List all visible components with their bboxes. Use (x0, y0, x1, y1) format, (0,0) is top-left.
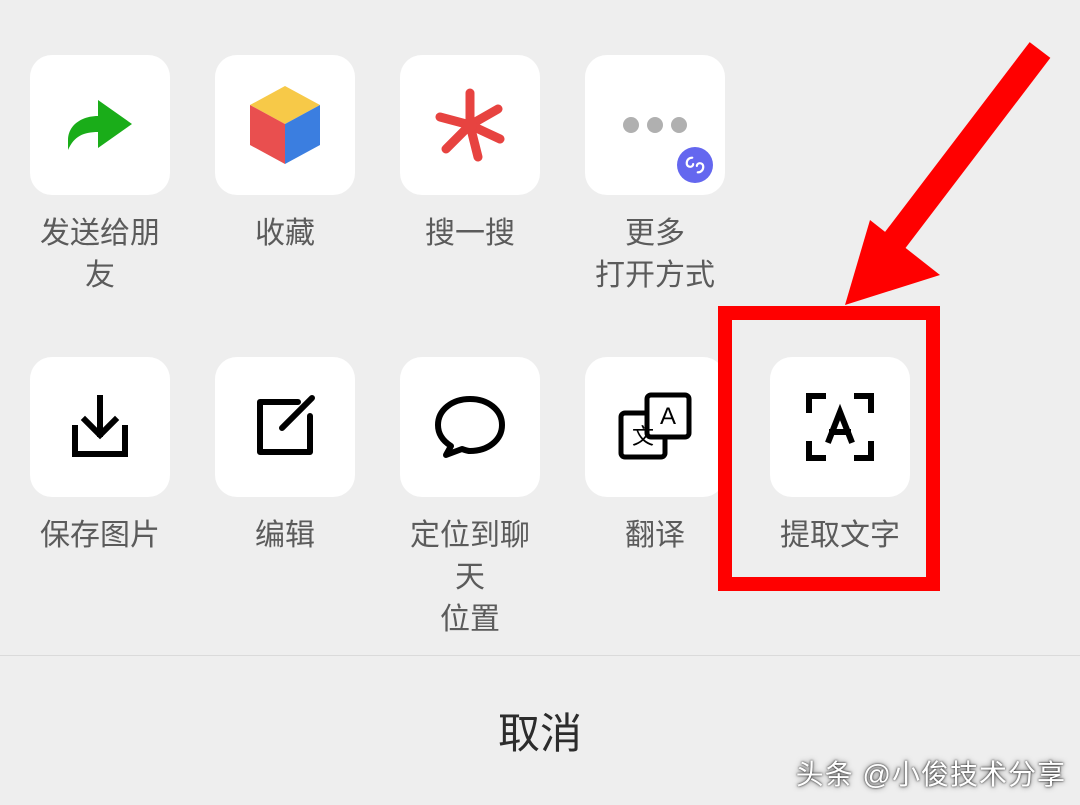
extract-text-label: 提取文字 (780, 515, 900, 557)
action-row-2: 保存图片 编辑 定位到聊天 位置 (10, 357, 1070, 641)
edit-button[interactable]: 编辑 (215, 357, 355, 641)
search-label: 搜一搜 (425, 213, 515, 255)
translate-label: 翻译 (625, 515, 685, 557)
extract-text-button[interactable]: 提取文字 (770, 357, 910, 641)
save-image-button[interactable]: 保存图片 (30, 357, 170, 641)
favorite-label: 收藏 (255, 213, 315, 255)
chat-bubble-icon (400, 357, 540, 497)
svg-text:A: A (660, 403, 676, 430)
more-icon (585, 55, 725, 195)
locate-chat-label: 定位到聊天 位置 (400, 515, 540, 641)
cube-icon (215, 55, 355, 195)
favorite-button[interactable]: 收藏 (215, 55, 355, 297)
more-open-button[interactable]: 更多 打开方式 (585, 55, 725, 297)
send-to-friend-label: 发送给朋友 (30, 213, 170, 297)
ocr-icon (770, 357, 910, 497)
translate-icon: A 文 (585, 357, 725, 497)
search-button[interactable]: 搜一搜 (400, 55, 540, 297)
action-grid: 发送给朋友 收藏 (0, 0, 1080, 641)
translate-button[interactable]: A 文 翻译 (585, 357, 725, 641)
action-sheet: 发送给朋友 收藏 (0, 0, 1080, 805)
edit-icon (215, 357, 355, 497)
watermark-text: 头条 @小俊技术分享 (796, 753, 1066, 793)
share-icon (30, 55, 170, 195)
cancel-label: 取消 (498, 700, 582, 761)
save-image-label: 保存图片 (40, 515, 160, 557)
miniprogram-badge-icon (677, 147, 713, 183)
spark-icon (400, 55, 540, 195)
more-open-label: 更多 打开方式 (595, 213, 715, 297)
download-icon (30, 357, 170, 497)
edit-label: 编辑 (255, 515, 315, 557)
svg-text:文: 文 (632, 424, 654, 449)
locate-chat-button[interactable]: 定位到聊天 位置 (400, 357, 540, 641)
action-row-1: 发送给朋友 收藏 (10, 55, 1070, 297)
send-to-friend-button[interactable]: 发送给朋友 (30, 55, 170, 297)
